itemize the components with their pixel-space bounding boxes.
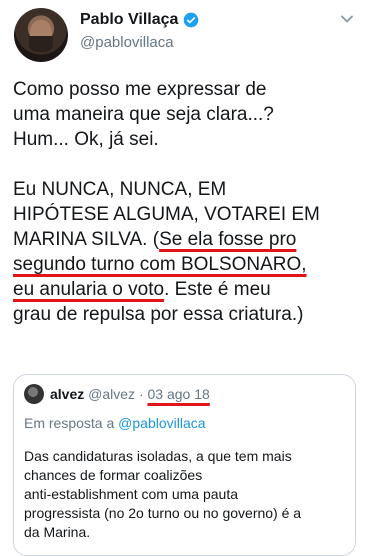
quoted-tweet-header: alvez @alvez · 03 ago 18 (50, 386, 210, 402)
author-name-row: Pablo Villaça (80, 11, 199, 29)
verified-badge-icon (184, 12, 199, 28)
quoted-text-line: anti-establishment com uma pauta (24, 486, 238, 502)
quoted-text-line: chances de formar coalizões (24, 467, 203, 483)
tweet-text-segment: MARINA SILVA. ( (13, 229, 160, 250)
tweet-text-segment: . Este é meu (164, 279, 271, 300)
quoted-author-handle: @alvez (88, 386, 136, 402)
quoted-tweet-text: Das candidaturas isoladas, a que tem mai… (24, 447, 346, 542)
underlined-text-segment: segundo turno com BOLSONARO, (13, 254, 307, 275)
reply-context: Em resposta a @pablovillaca (24, 415, 206, 431)
tweet-line: uma maneira que seja clara...? (13, 104, 274, 125)
tweet-line: Hum... Ok, já sei. (13, 129, 159, 150)
author-avatar[interactable] (14, 8, 68, 62)
tweet-line: Como posso me expressar de (13, 79, 267, 100)
author-handle[interactable]: @pablovillaca (80, 34, 174, 51)
quoted-tweet[interactable]: alvez @alvez · 03 ago 18 Em resposta a @… (13, 374, 356, 556)
chevron-down-icon[interactable] (340, 12, 354, 26)
underlined-text-segment: Se ela fosse pro (159, 229, 297, 250)
tweet-header: Pablo Villaça @pablovillaca (0, 0, 366, 70)
tweet-text: Como posso me expressar de uma maneira q… (13, 77, 358, 327)
reply-mention-link[interactable]: @pablovillaca (118, 415, 205, 431)
tweet-line: MARINA SILVA. (Se ela fosse pro (13, 227, 358, 252)
quoted-author-name: alvez (50, 386, 85, 402)
author-name[interactable]: Pablo Villaça (80, 11, 178, 29)
tweet-line: eu anularia o voto. Este é meu (13, 277, 358, 302)
reply-prefix: Em resposta a (24, 415, 119, 431)
separator-dot: · (138, 386, 144, 402)
underlined-text-segment: eu anularia o voto (13, 279, 165, 300)
quoted-author-avatar (24, 384, 44, 404)
quoted-tweet-date[interactable]: 03 ago 18 (148, 386, 210, 402)
tweet-line: Eu NUNCA, NUNCA, EM (13, 179, 227, 200)
quoted-text-line: Das candidaturas isoladas, a que tem mai… (24, 448, 292, 464)
tweet-line: HIPÓTESE ALGUMA, VOTAREI EM (13, 204, 320, 225)
tweet-line: grau de repulsa por essa criatura.) (13, 304, 304, 325)
quoted-text-line: progressista (no 2o turno ou no governo)… (24, 505, 302, 521)
quoted-text-line: da Marina. (24, 524, 91, 540)
